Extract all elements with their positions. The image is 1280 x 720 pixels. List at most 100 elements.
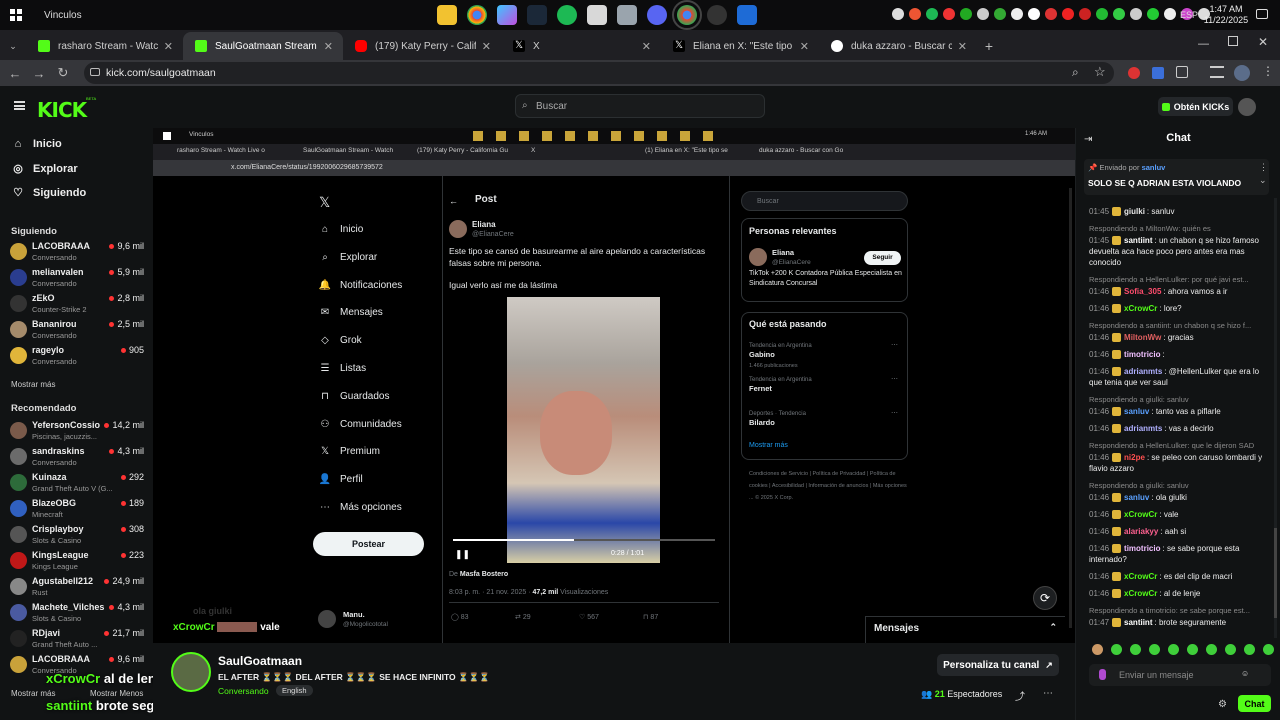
chrome-active-icon[interactable] <box>672 0 702 30</box>
chat-message[interactable]: 01:46 MiltonWw: gracias <box>1089 332 1269 343</box>
chat-username[interactable]: Sofia_305 <box>1124 287 1161 296</box>
sidebar-channel[interactable]: melianvalen Conversando 5,9 mil <box>10 267 150 291</box>
maximize-icon[interactable] <box>1228 36 1238 46</box>
chat-username[interactable]: timotricio <box>1124 350 1160 359</box>
chat-message[interactable]: 01:45 santiint: un chabon q se hizo famos… <box>1089 235 1269 268</box>
channel-avatar[interactable] <box>171 652 211 692</box>
sidebar-channel[interactable]: LACOBRAAA Conversando 9,6 mil <box>10 241 150 265</box>
nav-explorar[interactable]: ◎ Explorar <box>11 162 77 176</box>
tray-icon[interactable] <box>926 8 938 20</box>
chat-input[interactable]: Enviar un mensaje ☺ <box>1089 664 1271 686</box>
window-close-icon[interactable]: ✕ <box>1258 35 1268 49</box>
tab-saulgoatmaan[interactable]: SaulGoatmaan Stream - Watch Live on Kick… <box>183 32 343 60</box>
stream-video[interactable]: Vinculos 1:46 AM rasharo Stream - Watch … <box>153 128 1075 643</box>
chat-username[interactable]: adrianmts <box>1124 424 1162 433</box>
tray-icon[interactable] <box>1062 8 1074 20</box>
language-indicator[interactable]: ESP <box>1180 10 1198 20</box>
search-input[interactable]: ⌕ Buscar <box>515 94 765 118</box>
sidebar-channel[interactable]: Crisplayboy Slots & Casino 308 <box>10 524 150 548</box>
chat-message[interactable]: 01:46 timotricio: se sabe porque esta int… <box>1089 543 1269 565</box>
close-icon[interactable]: ✕ <box>800 40 809 53</box>
chat-message[interactable]: 01:46 xCrowCr: vale <box>1089 509 1269 520</box>
nav-siguiendo[interactable]: ♡ Siguiendo <box>11 186 86 200</box>
emote-icon[interactable] <box>1206 644 1217 655</box>
sidebar-channel[interactable]: zEkO Counter-Strike 2 2,8 mil <box>10 293 150 317</box>
chat-username[interactable]: xCrowCr <box>1124 589 1157 598</box>
media-icon[interactable] <box>1210 66 1224 78</box>
store-icon[interactable] <box>587 5 607 25</box>
site-info-icon[interactable] <box>90 68 100 76</box>
tab-search-icon[interactable]: ⌄ <box>0 32 26 60</box>
chat-username[interactable]: MiltonWw <box>1124 333 1161 342</box>
emote-icon[interactable] <box>1111 644 1122 655</box>
chat-username[interactable]: adrianmts <box>1124 367 1162 376</box>
tray-icon[interactable] <box>1011 8 1023 20</box>
sidebar-channel[interactable]: Agustabell212 Rust 24,9 mil <box>10 576 150 600</box>
app-icon[interactable] <box>617 5 637 25</box>
send-chat-button[interactable]: Chat <box>1238 695 1271 712</box>
more-icon[interactable]: ⋮ <box>1259 162 1268 173</box>
chat-message[interactable]: 01:46 xCrowCr: al de lenje <box>1089 588 1269 599</box>
emote-icon[interactable] <box>1225 644 1236 655</box>
spotify-icon[interactable] <box>557 5 577 25</box>
back-icon[interactable]: ← <box>3 61 27 85</box>
tray-icon[interactable] <box>1079 8 1091 20</box>
tray-icon[interactable] <box>994 8 1006 20</box>
microphone-icon[interactable] <box>1099 669 1106 680</box>
tab-x[interactable]: 𝕏 X ✕ <box>501 32 661 60</box>
forward-icon[interactable]: → <box>27 61 51 85</box>
chevron-down-icon[interactable]: ⌄ <box>1259 175 1267 186</box>
close-icon[interactable]: ✕ <box>164 40 173 53</box>
stream-category[interactable]: Conversando <box>218 686 269 696</box>
get-kicks-button[interactable]: Obtén KICKs <box>1158 97 1233 116</box>
tray-icon[interactable] <box>1096 8 1108 20</box>
tray-icon[interactable] <box>892 8 904 20</box>
close-icon[interactable]: ✕ <box>482 40 491 53</box>
chat-message[interactable]: 01:46 sanluv: tanto vas a piflarle <box>1089 406 1269 417</box>
extension-icon[interactable] <box>1128 67 1140 79</box>
emote-icon[interactable] <box>1130 644 1141 655</box>
tray-icon[interactable] <box>943 8 955 20</box>
volume-icon[interactable] <box>1130 8 1142 20</box>
show-more-link[interactable]: Mostrar más <box>11 380 55 389</box>
notification-icon[interactable] <box>1256 9 1268 19</box>
emote-icon[interactable] <box>1244 644 1255 655</box>
clock[interactable]: 1:47 AM 11/22/2025 <box>1200 4 1252 26</box>
app2-icon[interactable] <box>737 5 757 25</box>
language-tag[interactable]: English <box>276 685 313 696</box>
close-icon[interactable]: ✕ <box>324 40 333 53</box>
sidebar-channel[interactable]: RDjavi Grand Theft Auto ... 21,7 mil <box>10 628 150 652</box>
chat-username[interactable]: santiint <box>1124 618 1152 627</box>
scrollbar-thumb[interactable] <box>1274 528 1277 618</box>
tray-icon[interactable] <box>909 8 921 20</box>
copilot-icon[interactable] <box>497 5 517 25</box>
steam-icon[interactable] <box>527 5 547 25</box>
emote-icon[interactable] <box>1092 644 1103 655</box>
chat-message[interactable]: 01:47 santiint: brote seguramente <box>1089 617 1269 628</box>
close-icon[interactable]: ✕ <box>642 40 651 53</box>
zoom-icon[interactable]: ⌕ <box>1072 65 1079 80</box>
show-more-link[interactable]: Mostrar más <box>11 689 55 698</box>
chrome-icon[interactable] <box>467 5 487 25</box>
settings-gear-icon[interactable]: ⚙ <box>1218 699 1227 710</box>
show-less-link[interactable]: Mostrar Menos <box>90 689 143 698</box>
chat-username[interactable]: alariakyy <box>1124 527 1158 536</box>
extensions-puzzle-icon[interactable] <box>1176 66 1188 78</box>
customize-channel-button[interactable]: Personaliza tu canal ↗ <box>937 654 1059 676</box>
emote-icon[interactable] <box>1187 644 1198 655</box>
tray-icon[interactable] <box>1147 8 1159 20</box>
chat-message[interactable]: 01:46 adrianmts: vas a decirlo <box>1089 423 1269 434</box>
tab-eliana[interactable]: 𝕏 Eliana en X: "Este tipo se cansó de ✕ <box>661 32 819 60</box>
menu-dots-icon[interactable]: ⋮ <box>1262 64 1274 78</box>
chat-username[interactable]: xCrowCr <box>1124 304 1157 313</box>
sidebar-channel[interactable]: YefersonCossio Piscinas, jacuzzis... 14,2 … <box>10 420 150 444</box>
channel-name[interactable]: SaulGoatmaan <box>218 654 302 668</box>
tray-icon[interactable] <box>1028 8 1040 20</box>
kick-logo[interactable]: KICK <box>37 98 87 122</box>
tab-google[interactable]: duka azzaro - Buscar con Google ✕ <box>819 32 977 60</box>
chat-username[interactable]: timotricio <box>1124 544 1160 553</box>
chat-message[interactable]: 01:45 giulki: sanluv <box>1089 206 1269 217</box>
chat-username[interactable]: xCrowCr <box>1124 572 1157 581</box>
tray-icon[interactable] <box>960 8 972 20</box>
chat-message[interactable]: 01:46 ni2pe: se peleo con caruso lombardi… <box>1089 452 1269 474</box>
